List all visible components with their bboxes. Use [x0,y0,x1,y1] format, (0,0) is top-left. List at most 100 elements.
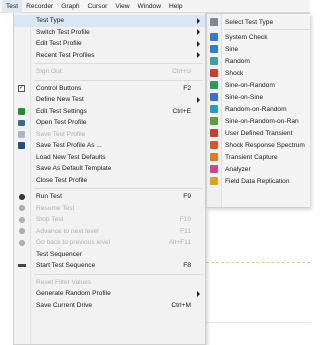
menu-item-test-type[interactable]: Test Type [14,15,205,27]
submenu-item-sine-on-random[interactable]: Sine-on-Random [207,79,310,91]
submenu-item-user-defined-transient[interactable]: User Defined Transient [207,127,310,139]
sine-on-random-icon [210,81,218,89]
menu-item-control-buttons[interactable]: ✓ Control Buttons F2 [14,83,205,95]
menu-item-label: Open Test Profile [36,119,87,127]
shock-icon [210,69,218,77]
menubar-test[interactable]: Test [2,0,23,13]
transient-capture-icon [210,153,218,161]
menu-item-save-as-default-template[interactable]: Save As Default Template [14,163,205,175]
submenu-arrow-icon [197,17,200,24]
menu-item-label: Advance to next level [36,227,99,235]
save-icon [17,130,26,139]
menu-item-define-new-test[interactable]: Define New Test [14,94,205,106]
menu-item-test-sequencer[interactable]: Test Sequencer [14,249,205,261]
menu-item-shortcut: Ctrl+U [172,68,191,76]
menu-item-shortcut: Ctrl+E [172,107,191,115]
submenu-item-select-test-type[interactable]: Select Test Type [207,16,310,28]
submenu-item-random-on-random[interactable]: Random-on-Random [207,103,310,115]
menu-item-save-test-profile[interactable]: Save Test Profile [14,129,205,141]
analyzer-icon [210,165,218,173]
menu-item-close-test-profile[interactable]: Close Test Profile [14,175,205,187]
submenu-item-label: Sine [225,45,239,53]
menu-item-load-new-test-defaults[interactable]: Load New Test Defaults [14,152,205,164]
select-test-type-icon [210,18,218,26]
menubar-graph[interactable]: Graph [57,0,83,13]
menu-item-reset-filter-values[interactable]: Reset Filter Values [14,277,205,289]
submenu-item-transient-capture[interactable]: Transient Capture [207,151,310,163]
submenu-item-sine-on-random-on-ran[interactable]: Sine-on-Random-on-Ran [207,115,310,127]
menu-item-start-test-sequence[interactable]: Start Test Sequence F8 [14,260,205,272]
menu-item-label: Control Buttons [36,84,82,92]
menu-item-save-current-drive[interactable]: Save Current Drive Ctrl+M [14,300,205,312]
menu-item-label: Save Current Drive [36,301,93,309]
menu-item-label: Start Test Sequence [36,262,96,270]
open-icon [17,118,26,127]
menubar-window[interactable]: Window [134,0,165,13]
menubar-help[interactable]: Help [165,0,187,13]
submenu-item-label: Random [225,57,250,65]
sine-icon [210,45,218,53]
submenu-arrow-icon [197,29,200,36]
menu-item-switch-test-profile[interactable]: Switch Test Profile [14,27,205,39]
menu-item-resume-test[interactable]: Resume Test [14,203,205,215]
menu-item-label: Save As Default Template [36,165,112,173]
menubar-cursor[interactable]: Cursor [84,0,112,13]
menu-item-label: Reset Filter Values [36,278,92,286]
menu-item-label: Recent Test Profiles [36,51,95,59]
resume-icon [17,204,26,213]
check-icon: ✓ [18,84,25,92]
menu-separator [34,63,203,64]
menu-item-label: Test Sequencer [36,250,82,258]
sine-on-random-on-ran-icon [210,117,218,125]
submenu-item-sine-on-sine[interactable]: Sine-on-Sine [207,91,310,103]
menu-item-shortcut: F10 [179,216,191,224]
save-as-icon [17,141,26,150]
submenu-item-label: Analyzer [225,165,251,173]
menu-item-go-back-to-previous-level[interactable]: Go back to previous level Alt+F11 [14,237,205,249]
submenu-item-shock-response-spectrum[interactable]: Shock Response Spectrum [207,139,310,151]
submenu-item-label: Select Test Type [225,18,274,26]
submenu-item-analyzer[interactable]: Analyzer [207,163,310,175]
run-icon [17,192,26,201]
menu-item-stop-test[interactable]: Stop Test F10 [14,214,205,226]
settings-icon [17,107,26,116]
submenu-arrow-icon [197,52,200,59]
background-divider [206,322,310,323]
sequence-icon [17,261,26,270]
submenu-item-label: Sine-on-Sine [225,93,264,101]
shock-response-spectrum-icon [210,141,218,149]
menu-item-label: Resume Test [36,204,75,212]
submenu-item-random[interactable]: Random [207,55,310,67]
menu-item-label: Switch Test Profile [36,28,90,36]
menu-item-open-test-profile[interactable]: Open Test Profile [14,117,205,129]
submenu-item-system-check[interactable]: System Check [207,31,310,43]
menu-item-generate-random-profile[interactable]: Generate Random Profile [14,288,205,300]
menu-item-advance-to-next-level[interactable]: Advance to next level F11 [14,226,205,238]
menubar-view[interactable]: View [111,0,133,13]
menu-item-shortcut: F2 [183,84,191,92]
submenu-item-label: Transient Capture [225,153,278,161]
submenu-separator [224,29,310,30]
submenu-item-label: System Check [225,33,268,41]
menu-item-label: Sign Out [36,68,62,76]
submenu-arrow-icon [197,290,200,297]
menu-item-shortcut: F9 [183,193,191,201]
submenu-item-field-data-replication[interactable]: Field Data Replication [207,175,310,187]
menubar-recorder[interactable]: Recorder [22,0,57,13]
menu-item-edit-test-profile[interactable]: Edit Test Profile [14,38,205,50]
submenu-item-label: Field Data Replication [225,177,290,185]
menu-item-edit-test-settings[interactable]: Edit Test Settings Ctrl+E [14,106,205,118]
back-icon [17,238,26,247]
menu-item-sign-out[interactable]: Sign Out Ctrl+U [14,66,205,78]
stop-icon [17,215,26,224]
user-defined-transient-icon [210,129,218,137]
menu-item-label: Run Test [36,193,62,201]
menu-item-label: Save Test Profile [36,130,86,138]
submenu-item-sine[interactable]: Sine [207,43,310,55]
advance-icon [17,227,26,236]
submenu-item-shock[interactable]: Shock [207,67,310,79]
menu-item-recent-test-profiles[interactable]: Recent Test Profiles [14,50,205,62]
menu-item-run-test[interactable]: Run Test F9 [14,191,205,203]
menu-item-save-test-profile-as[interactable]: Save Test Profile As ... [14,140,205,152]
system-check-icon [210,33,218,41]
